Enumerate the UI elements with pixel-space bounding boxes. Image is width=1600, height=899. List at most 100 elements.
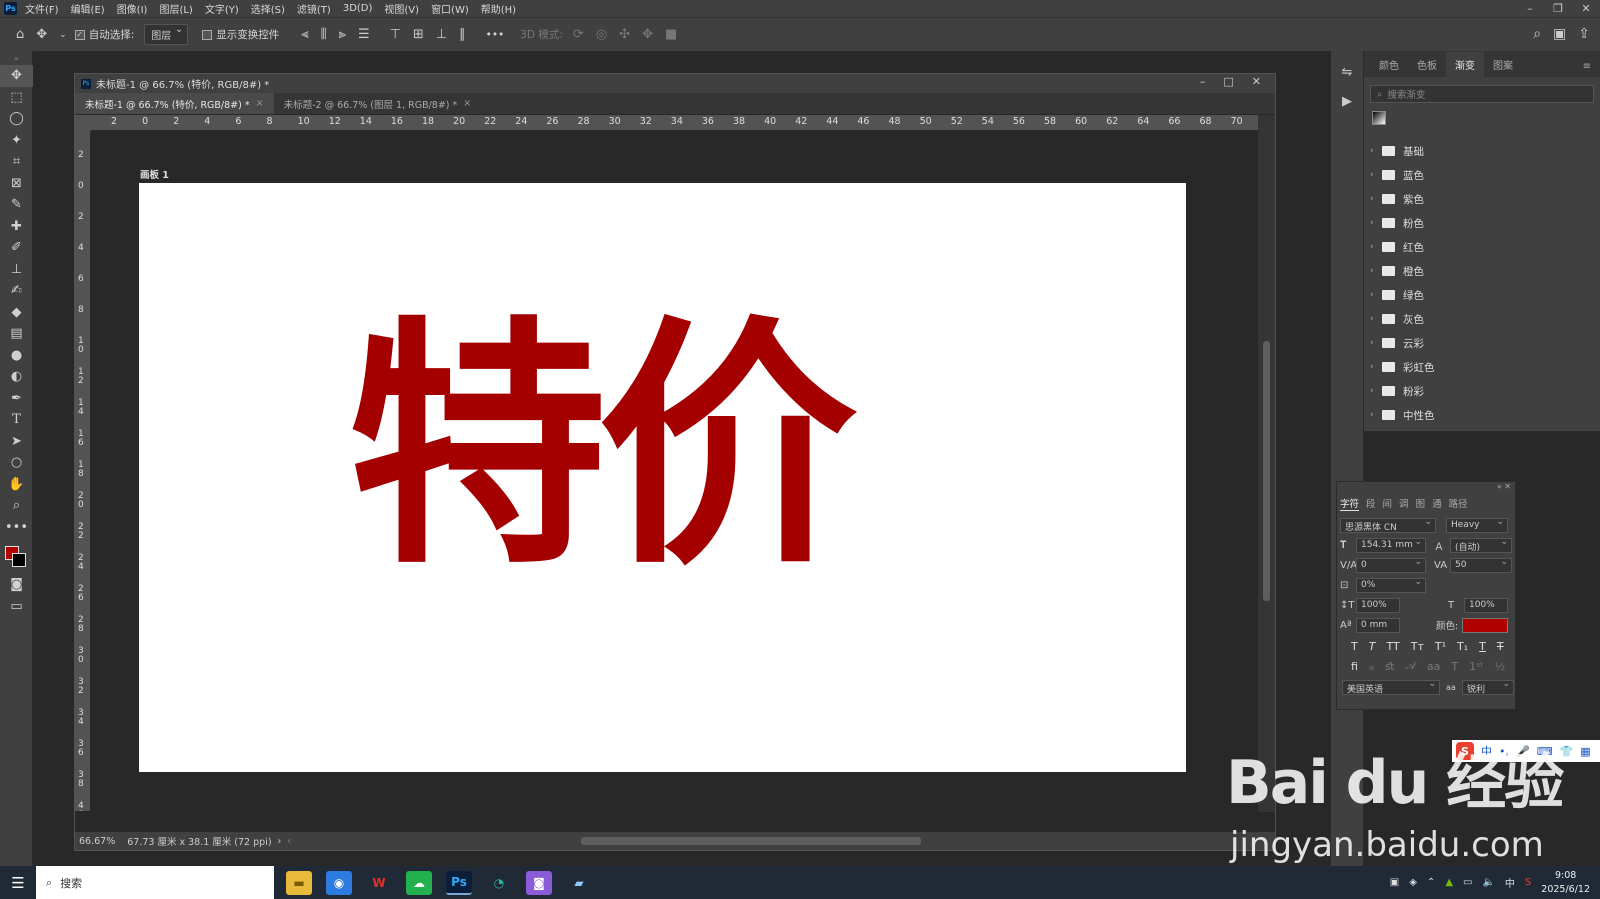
gradient-folder[interactable]: › 橙色 (1364, 259, 1600, 283)
vertical-ruler[interactable]: 2 0 2 4 6 8 1 0 1 2 1 4 1 6 1 8 2 0 2 2 2 4 2 6 2 8 3 0 3… (75, 131, 91, 811)
discretionary-ligatures-icon[interactable]: ℴ (1369, 660, 1374, 673)
tab-close-icon[interactable]: × (463, 98, 471, 109)
volume-icon[interactable]: 🔈 (1482, 877, 1494, 888)
expand-icon[interactable]: » (0, 51, 33, 65)
wechat-icon[interactable]: ☁ (406, 870, 432, 895)
system-clock[interactable]: 9:08 2025/6/12 (1541, 869, 1590, 897)
chevron-right-icon[interactable]: › (1370, 242, 1380, 252)
doc-close-icon[interactable]: ✕ (1252, 75, 1261, 88)
leading-field[interactable]: (自动) (1450, 537, 1512, 553)
gradient-folder[interactable]: › 云彩 (1364, 331, 1600, 355)
blur-tool-icon[interactable]: ● (0, 345, 33, 367)
crop-tool-icon[interactable]: ⌗ (0, 151, 33, 173)
history-panel-icon[interactable]: ⇋ (1331, 65, 1363, 80)
gradient-folder[interactable]: › 粉色 (1364, 211, 1600, 235)
superscript-icon[interactable]: T¹ (1435, 640, 1446, 653)
tab-paragraph[interactable]: 段 (1366, 496, 1376, 510)
hand-tool-icon[interactable]: ✋ (0, 474, 33, 496)
strikethrough-icon[interactable]: T (1497, 640, 1504, 653)
vertical-scroll-thumb[interactable] (1263, 341, 1270, 601)
wps-office-icon[interactable]: W (366, 871, 392, 895)
tab-glyphs[interactable]: 图 (1416, 496, 1426, 510)
restore-icon[interactable]: ❐ (1544, 0, 1572, 17)
faux-bold-icon[interactable]: T (1351, 640, 1358, 653)
marquee-tool-icon[interactable]: ⬚ (0, 87, 33, 109)
gradient-folder[interactable]: › 彩虹色 (1364, 355, 1600, 379)
faux-italic-icon[interactable]: T (1369, 640, 1376, 653)
history-brush-tool-icon[interactable]: ✍ (0, 280, 33, 302)
background-color-swatch[interactable] (12, 553, 26, 567)
chevron-right-icon[interactable]: › (1370, 410, 1380, 420)
menu-type[interactable]: 文字(Y) (205, 1, 239, 16)
vertical-scale-field[interactable]: 100% (1356, 597, 1400, 613)
share-icon[interactable]: ⇪ (1578, 26, 1590, 42)
slide-3d-icon[interactable]: ✥ (642, 27, 653, 42)
document-tab-1[interactable]: 未标题-1 @ 66.7% (特价, RGB/8#) * × (75, 93, 274, 114)
artboard-label[interactable]: 画板 1 (140, 167, 169, 181)
more-tools-icon[interactable]: ••• (0, 517, 33, 539)
align-middle-icon[interactable]: ⊞ (413, 27, 424, 42)
align-left-icon[interactable]: ⫷ (301, 27, 308, 42)
notes-app-icon[interactable]: ▰ (566, 871, 592, 895)
chevron-right-icon[interactable]: › (1370, 338, 1380, 348)
tab-layers[interactable]: 间 (1383, 496, 1393, 510)
gradient-folder[interactable]: › 红色 (1364, 235, 1600, 259)
align-center-icon[interactable]: ⫼ (321, 27, 327, 42)
eyedropper-tool-icon[interactable]: ✎ (0, 194, 33, 216)
quick-mask-icon[interactable]: ◙ (0, 574, 33, 596)
pen-tool-icon[interactable]: ✒ (0, 388, 33, 410)
eraser-tool-icon[interactable]: ◆ (0, 302, 33, 324)
tray-chevron-icon[interactable]: ⌃ (1427, 877, 1435, 888)
browser-app-icon[interactable]: ◉ (326, 870, 352, 895)
menu-window[interactable]: 窗口(W) (431, 1, 469, 16)
tray-shield-icon[interactable]: ◈ (1409, 877, 1417, 888)
horizontal-ruler[interactable]: 2 0 2 4 6 8 10 12 14 16 18 20 22 24 26 28 30 32 34 36 38 40 42… (91, 115, 1259, 131)
move-tool-icon[interactable]: ✥ (36, 27, 47, 42)
tray-app-icon[interactable]: ▣ (1390, 877, 1399, 888)
doc-minimize-icon[interactable]: – (1200, 75, 1206, 88)
tab-paths[interactable]: 路径 (1449, 496, 1468, 510)
ligatures-icon[interactable]: fi (1351, 660, 1358, 673)
tray-nvidia-icon[interactable]: ▲ (1445, 877, 1453, 888)
magic-wand-tool-icon[interactable]: ✦ (0, 130, 33, 152)
tab-patterns[interactable]: 图案 (1484, 57, 1522, 77)
gradient-folder[interactable]: › 粉彩 (1364, 379, 1600, 403)
auto-select-dropdown[interactable]: 图层 (144, 24, 189, 45)
small-caps-icon[interactable]: Tт (1411, 640, 1424, 653)
frame-tool-icon[interactable]: ⊠ (0, 173, 33, 195)
lasso-tool-icon[interactable]: ◯ (0, 108, 33, 130)
tab-adjustments[interactable]: 调 (1399, 496, 1409, 510)
zoom-tool-icon[interactable]: ⌕ (0, 495, 33, 517)
input-language[interactable]: 中 (1505, 875, 1515, 890)
menu-help[interactable]: 帮助(H) (481, 1, 516, 16)
ordinal-st-icon[interactable]: 1ˢᵗ (1469, 660, 1483, 673)
move-tool-icon[interactable]: ✥ (0, 65, 33, 87)
tab-swatches[interactable]: 色板 (1408, 57, 1446, 77)
photoshop-taskbar-icon[interactable]: Ps (446, 870, 472, 895)
menu-edit[interactable]: 编辑(E) (71, 1, 105, 16)
minimize-icon[interactable]: – (1516, 0, 1544, 17)
actions-panel-icon[interactable]: ▶ (1331, 94, 1363, 109)
type-tool-icon[interactable]: T (0, 409, 33, 431)
distribute-icon[interactable]: ☰ (358, 27, 370, 42)
tab-color[interactable]: 颜色 (1370, 57, 1408, 77)
chevron-right-icon[interactable]: › (1370, 290, 1380, 300)
artboard[interactable]: 特价 (139, 183, 1186, 772)
tab-channels[interactable]: 通 (1432, 496, 1442, 510)
ordinals-icon[interactable]: T (1451, 660, 1458, 673)
close-icon[interactable]: ✕ (1572, 0, 1600, 17)
menu-file[interactable]: 文件(F) (25, 1, 59, 16)
menu-layer[interactable]: 图层(L) (159, 1, 192, 16)
gradient-folder[interactable]: › 绿色 (1364, 283, 1600, 307)
subscript-icon[interactable]: T₁ (1457, 640, 1468, 653)
gradient-folder[interactable]: › 蓝色 (1364, 163, 1600, 187)
gradient-folder[interactable]: › 基础 (1364, 139, 1600, 163)
gradient-folder[interactable]: › 紫色 (1364, 187, 1600, 211)
media-app-icon[interactable]: ◙ (526, 870, 552, 895)
canvas-text-layer[interactable]: 特价 (348, 318, 858, 578)
roll-3d-icon[interactable]: ◎ (596, 27, 607, 42)
align-top-icon[interactable]: ⊤ (390, 27, 401, 42)
menu-filter[interactable]: 滤镜(T) (297, 1, 331, 16)
tracking-field[interactable]: 50 (1450, 557, 1512, 573)
menu-3d[interactable]: 3D(D) (343, 3, 373, 14)
